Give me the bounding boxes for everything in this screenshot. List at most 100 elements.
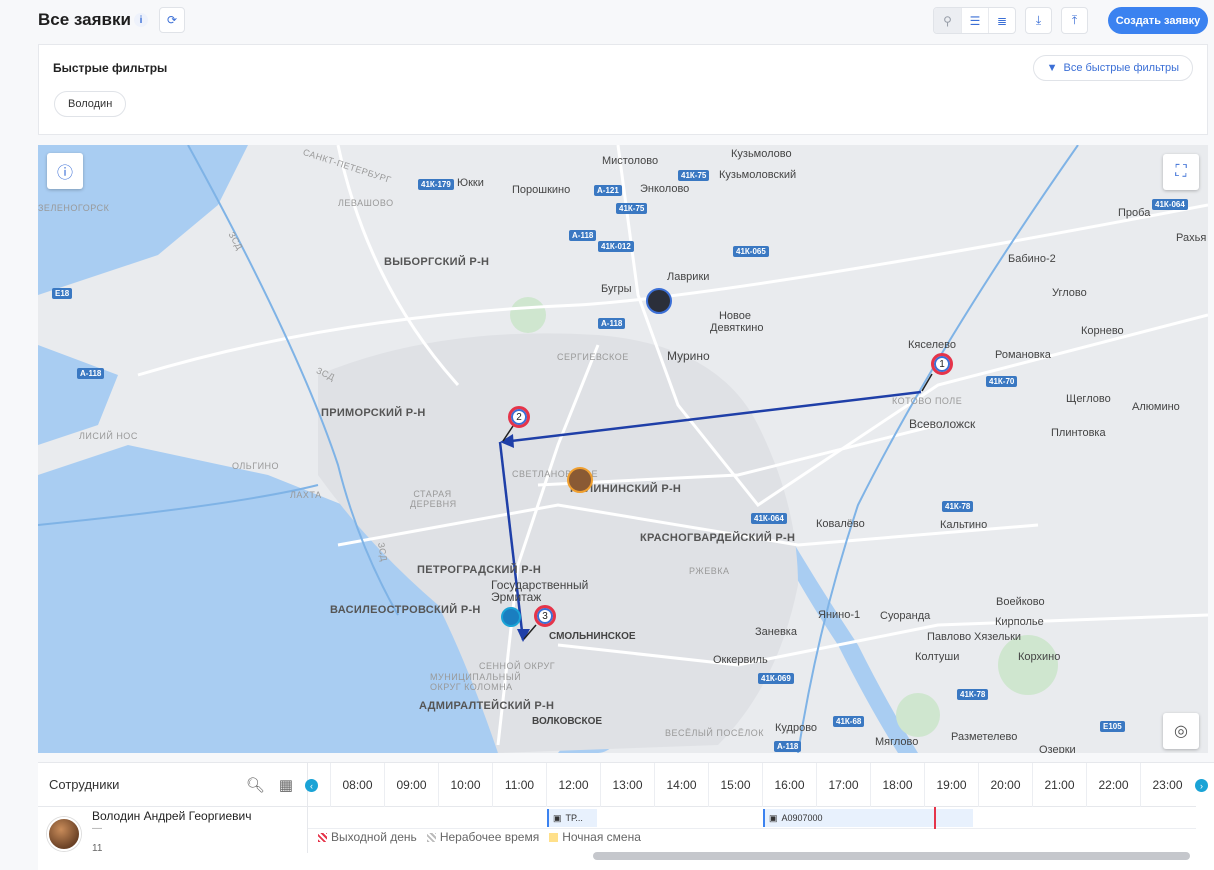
task-block[interactable]: ▣ А0907000 bbox=[763, 809, 973, 827]
road-shield: 41К-069 bbox=[758, 673, 794, 684]
hour-label: 09:00 bbox=[384, 763, 438, 807]
legend-item: Нерабочее время bbox=[426, 830, 539, 844]
locality-label: СЕРГИЕВСКОЕ bbox=[557, 352, 629, 362]
place-label: Павлово bbox=[927, 631, 972, 643]
place-label: Углово bbox=[1052, 287, 1087, 299]
info-icon: ⓘ bbox=[56, 165, 73, 182]
upload-button[interactable]: ⤒ bbox=[1061, 7, 1088, 34]
filter-chip[interactable]: Володин bbox=[54, 91, 127, 117]
place-label: Бабино-2 bbox=[1008, 253, 1056, 265]
filter-icon: ▼ bbox=[1046, 62, 1058, 74]
road-shield: 41К-064 bbox=[1152, 199, 1188, 210]
hour-label: 21:00 bbox=[1032, 763, 1086, 807]
locality-label: ЗЕЛЕНОГОРСК bbox=[38, 203, 110, 213]
locality-label: КОТОВО ПОЛЕ bbox=[892, 396, 963, 406]
task-label: ТР... bbox=[565, 813, 583, 823]
hour-label: 14:00 bbox=[654, 763, 708, 807]
place-label: Романовка bbox=[995, 349, 1051, 361]
locality-label: ЛИСИЙ НОС bbox=[79, 431, 138, 441]
employee-location-pin[interactable] bbox=[646, 288, 672, 314]
hour-label: 17:00 bbox=[816, 763, 870, 807]
place-label: Мяглово bbox=[875, 736, 919, 748]
road-shield: Е105 bbox=[1100, 721, 1125, 732]
locality-label: ЛЕВАШОВО bbox=[338, 198, 394, 208]
legend-label: Выходной день bbox=[331, 830, 417, 844]
prev-arrow-icon[interactable]: ‹ bbox=[305, 779, 318, 792]
place-label: Проба bbox=[1118, 207, 1151, 219]
employee-location-pin[interactable] bbox=[567, 467, 593, 493]
place-label: Хязельки bbox=[974, 631, 1022, 643]
place-label: Кудрово bbox=[775, 722, 818, 734]
page: Все заявки i ⟳ ⚲ ☰ ≣ ⤓ ⤒ Создать заявку … bbox=[0, 0, 1214, 870]
locality-label: ОЛЬГИНО bbox=[232, 461, 280, 471]
fullscreen-icon: ⛶ bbox=[1175, 163, 1187, 180]
employee-row[interactable]: Володин Андрей Георгиевич — 11 bbox=[38, 807, 308, 854]
place-label: Кузьмолово bbox=[731, 148, 792, 160]
district-label: АДМИРАЛТЕЙСКИЙ Р-Н bbox=[419, 700, 555, 712]
avatar bbox=[47, 817, 81, 851]
museum-icon bbox=[501, 607, 521, 627]
road-shield: 41К-75 bbox=[678, 170, 710, 181]
employees-header: Сотрудники 🔍︎ ▦ bbox=[38, 763, 308, 807]
all-filters-button[interactable]: ▼ Все быстрые фильтры bbox=[1032, 55, 1193, 81]
info-icon[interactable]: i bbox=[134, 13, 148, 27]
place-label: Корхино bbox=[1018, 651, 1061, 663]
download-button[interactable]: ⤓ bbox=[1025, 7, 1052, 34]
map[interactable]: ВЫБОРГСКИЙ Р-Н ПРИМОРСКИЙ Р-Н КАЛИНИНСКИ… bbox=[38, 145, 1208, 753]
place-label: Бугры bbox=[601, 283, 632, 295]
next-arrow-icon[interactable]: › bbox=[1195, 779, 1208, 792]
place-label: Порошкино bbox=[512, 184, 571, 196]
district-label: КРАСНОГВАРДЕЙСКИЙ Р-Н bbox=[640, 532, 796, 544]
place-label: Алюмино bbox=[1132, 401, 1180, 413]
place-label: Кяселево bbox=[908, 339, 956, 351]
place-label: Энколово bbox=[640, 183, 690, 195]
place-label: Кузьмоловский bbox=[719, 169, 797, 181]
hour-label: 10:00 bbox=[438, 763, 492, 807]
place-label: Ковалёво bbox=[816, 518, 865, 530]
fullscreen-button[interactable]: ⛶ bbox=[1163, 154, 1199, 190]
road-shield: А-118 bbox=[774, 741, 802, 752]
place-label: Колтуши bbox=[915, 651, 960, 663]
list-icon[interactable]: ☰ bbox=[961, 8, 988, 33]
route-marker[interactable]: 3 bbox=[534, 605, 556, 627]
road-shield: А-118 bbox=[598, 318, 626, 329]
page-title: Все заявки bbox=[38, 10, 131, 29]
place-label: Корнево bbox=[1081, 325, 1124, 337]
locate-icon: ◎ bbox=[1174, 723, 1188, 740]
route-marker[interactable]: 2 bbox=[508, 406, 530, 428]
place-label: Рахья bbox=[1176, 232, 1207, 244]
hour-label: 18:00 bbox=[870, 763, 924, 807]
create-request-button[interactable]: Создать заявку bbox=[1108, 7, 1208, 34]
detailed-list-icon[interactable]: ≣ bbox=[988, 8, 1015, 33]
map-info-button[interactable]: ⓘ bbox=[47, 153, 83, 189]
place-label: Мистолово bbox=[602, 155, 659, 167]
locate-button[interactable]: ◎ bbox=[1163, 713, 1199, 749]
place-label: ВОЛКОВСКОЕ bbox=[532, 716, 603, 727]
map-pin-icon[interactable]: ⚲ bbox=[934, 8, 961, 33]
employees-label: Сотрудники bbox=[49, 777, 120, 792]
road-shield: 41К-75 bbox=[616, 203, 648, 214]
district-label: ПРИМОРСКИЙ Р-Н bbox=[321, 407, 426, 419]
place-label: Щеглово bbox=[1066, 393, 1111, 405]
locality-label: ЛАХТА bbox=[290, 490, 322, 500]
current-time-line bbox=[934, 807, 936, 829]
locality-label: МУНИЦИПАЛЬНЫЙ ОКРУГ КОЛОМНА bbox=[430, 672, 522, 692]
road-shield: А-118 bbox=[77, 368, 105, 379]
place-label: Юкки bbox=[457, 177, 484, 189]
place-label: Суоранда bbox=[880, 610, 931, 622]
header: Все заявки i ⟳ ⚲ ☰ ≣ ⤓ ⤒ Создать заявку bbox=[0, 0, 1214, 44]
quick-filters-title: Быстрые фильтры bbox=[53, 61, 168, 75]
road-shield: А-118 bbox=[569, 230, 597, 241]
quick-filters-panel: Быстрые фильтры Володин ▼ Все быстрые фи… bbox=[38, 44, 1208, 135]
horizontal-scrollbar[interactable] bbox=[593, 852, 1190, 860]
road-shield: 41К-68 bbox=[833, 716, 865, 727]
place-label: Новое Девяткино bbox=[710, 310, 764, 334]
route-marker[interactable]: 1 bbox=[931, 353, 953, 375]
task-block[interactable]: ▣ ТР... bbox=[547, 809, 597, 827]
refresh-button[interactable]: ⟳ bbox=[159, 7, 185, 33]
hours-header: ‹ 08:00 09:00 10:00 11:00 12:00 13:00 14… bbox=[305, 763, 1208, 807]
place-label: Озерки bbox=[1039, 744, 1076, 753]
search-icon[interactable]: 🔍︎ bbox=[246, 776, 265, 794]
calendar-icon[interactable]: ▦ bbox=[279, 776, 293, 794]
place-label: Разметелево bbox=[951, 731, 1018, 743]
